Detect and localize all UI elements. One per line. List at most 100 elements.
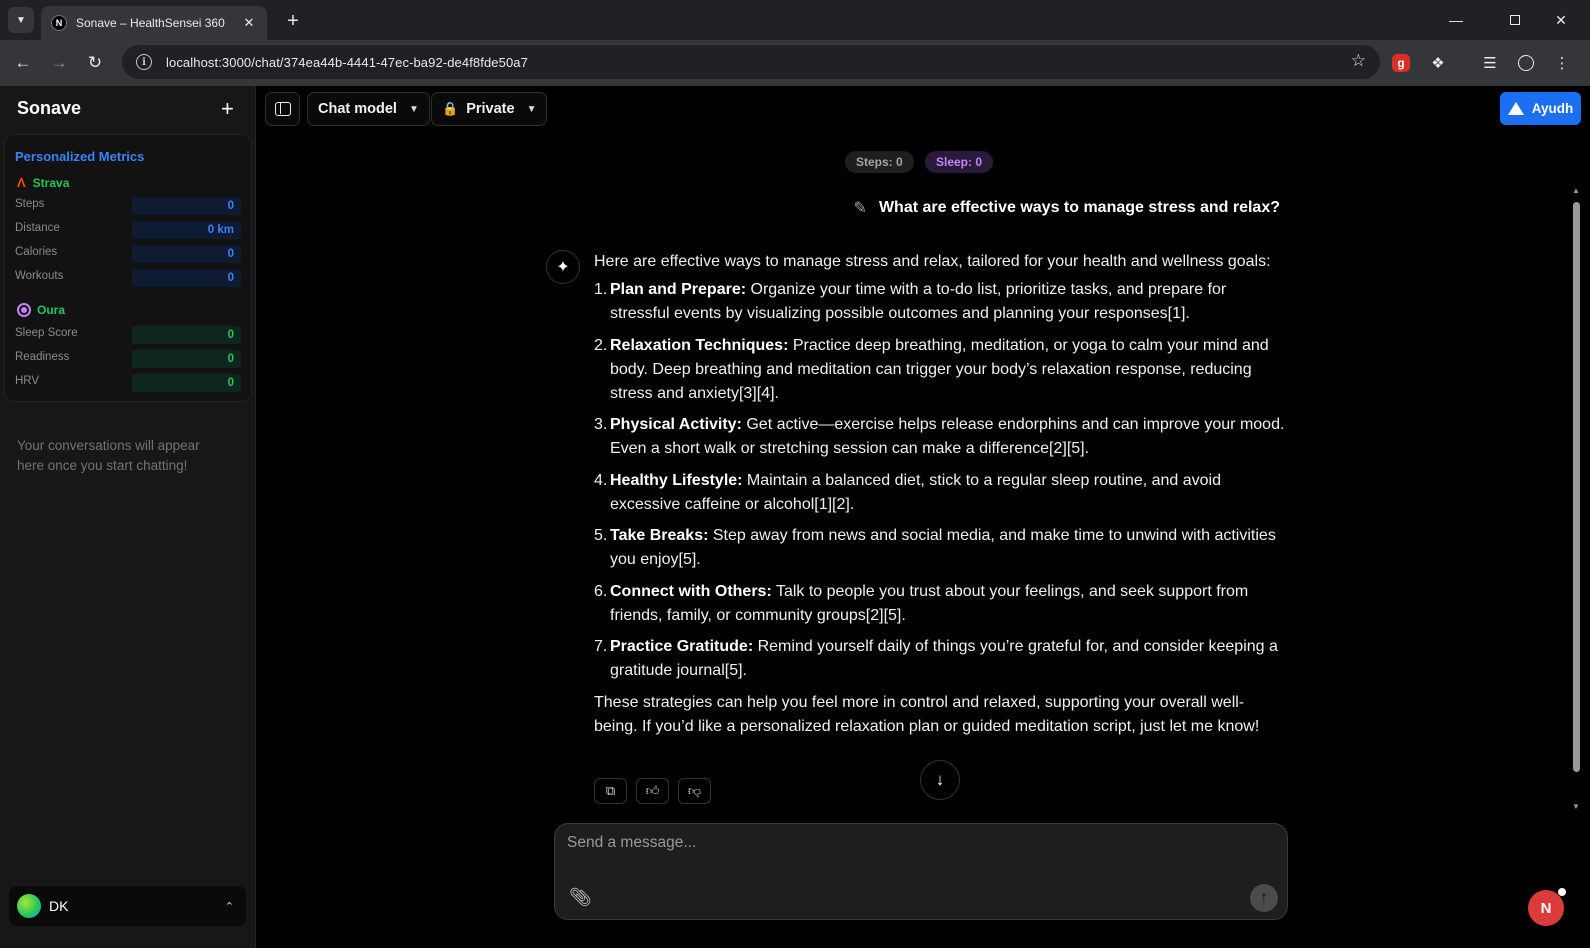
site-info-icon[interactable]: i: [136, 54, 152, 70]
close-tab-icon[interactable]: ✕: [241, 15, 257, 31]
plus-icon: +: [287, 9, 299, 32]
model-selector[interactable]: Chat model ▼: [307, 92, 430, 126]
scroll-to-bottom-button[interactable]: ↓: [920, 760, 960, 800]
message-input[interactable]: [567, 834, 1267, 864]
url-text: localhost:3000/chat/374ea44b-4441-47ec-b…: [166, 54, 528, 70]
chat-scrollbar[interactable]: ▲ ▼: [1571, 186, 1583, 816]
copy-icon: ⧉: [605, 783, 616, 798]
upvote-button[interactable]: 👍︎: [636, 778, 669, 804]
arrow-down-icon: ↓: [935, 770, 945, 789]
extensions-puzzle-icon[interactable]: ❖: [1425, 50, 1451, 76]
metric-label: HRV: [15, 375, 40, 387]
address-bar[interactable]: i localhost:3000/chat/374ea44b-4441-47ec…: [122, 45, 1380, 79]
tips-list: 1. Plan and Prepare: Organize your time w…: [594, 278, 1286, 683]
metric-label: Workouts: [15, 270, 64, 282]
strava-label: Strava: [32, 175, 70, 190]
metric-value: 0 km: [132, 221, 241, 239]
tab-search-button[interactable]: ▼: [8, 7, 34, 33]
favicon-icon: N: [51, 15, 67, 31]
user-menu-button[interactable]: DK ⌃: [9, 886, 246, 926]
visibility-label: Private: [466, 101, 515, 117]
metric-label: Sleep Score: [15, 327, 78, 339]
downvote-button[interactable]: 👎︎: [678, 778, 711, 804]
sidebar: Sonave + Personalized Metrics Λ Strava S…: [0, 86, 256, 948]
thumbs-up-icon: 👍︎: [645, 783, 660, 798]
sleep-badge: Sleep: 0: [925, 151, 994, 173]
tab-title: Sonave – HealthSensei 360: [76, 16, 225, 30]
forward-button[interactable]: →: [45, 49, 73, 77]
user-message: ✎ What are effective ways to manage stre…: [840, 198, 1280, 218]
avatar: [17, 894, 41, 918]
user-name: DK: [49, 898, 69, 914]
reload-icon: ↻: [87, 53, 103, 72]
deploy-button[interactable]: Ayudh: [1500, 92, 1581, 125]
send-button[interactable]: ↑: [1250, 884, 1278, 912]
metric-row-workouts: Workouts 0: [15, 269, 241, 287]
oura-label: Oura: [37, 303, 66, 317]
metric-row-sleep-score: Sleep Score 0: [15, 326, 241, 344]
brand-title[interactable]: Sonave: [17, 98, 81, 119]
visibility-selector[interactable]: 🔒 Private ▼: [431, 92, 548, 126]
nextjs-dev-badge[interactable]: N: [1528, 890, 1564, 926]
maximize-button[interactable]: [1500, 6, 1530, 34]
copy-button[interactable]: ⧉: [594, 778, 627, 804]
toggle-sidebar-button[interactable]: [265, 92, 300, 126]
triangle-logo-icon: [1507, 102, 1524, 115]
bookmark-star-icon[interactable]: ☆: [1351, 51, 1366, 71]
list-item: 3. Physical Activity: Get active—exercise…: [594, 416, 1285, 457]
notification-dot: [1558, 888, 1566, 896]
strava-header: Λ Strava: [17, 175, 69, 190]
browser-toolbar: ← → ↻ i localhost:3000/chat/374ea44b-444…: [0, 40, 1590, 86]
browser-tab-active[interactable]: N Sonave – HealthSensei 360 ✕: [41, 6, 267, 40]
back-button[interactable]: ←: [9, 49, 37, 77]
chevron-up-icon: ⌃: [224, 900, 234, 913]
reload-button[interactable]: ↻: [81, 49, 109, 77]
lock-icon: 🔒: [442, 101, 459, 116]
grammarly-extension-icon[interactable]: g: [1392, 54, 1410, 72]
scrollbar-thumb[interactable]: [1573, 202, 1580, 772]
metric-label: Calories: [15, 246, 58, 258]
metric-row-steps: Steps 0: [15, 197, 241, 215]
plus-icon: +: [221, 96, 234, 121]
list-item: 2. Relaxation Techniques: Practice deep b…: [594, 336, 1269, 402]
chevron-down-icon: ▼: [16, 14, 26, 26]
arrow-left-icon: ←: [14, 53, 32, 72]
metric-row-readiness: Readiness 0: [15, 350, 241, 368]
metric-value: 0: [132, 197, 241, 215]
new-tab-button[interactable]: +: [280, 8, 306, 34]
close-window-button[interactable]: ✕: [1546, 6, 1576, 34]
app-root: Sonave + Personalized Metrics Λ Strava S…: [0, 86, 1590, 948]
metric-value: 0: [132, 350, 241, 368]
empty-history-note: Your conversations will appear here once…: [17, 438, 200, 473]
arrow-right-icon: →: [50, 53, 68, 72]
browser-tab-bar: ▼ N Sonave – HealthSensei 360 ✕ + — ✕: [0, 0, 1590, 40]
scroll-down-arrow-icon[interactable]: ▼: [1572, 802, 1580, 811]
sparkle-icon: ✦: [546, 250, 580, 284]
close-icon: ✕: [1555, 11, 1567, 28]
list-item: 1. Plan and Prepare: Organize your time w…: [594, 281, 1227, 322]
metric-value: 0: [132, 374, 241, 392]
media-controls-icon[interactable]: ☰: [1477, 50, 1503, 76]
oura-ring-icon: [17, 303, 31, 317]
list-item: 6. Connect with Others: Talk to people yo…: [594, 582, 1249, 624]
deploy-label: Ayudh: [1531, 101, 1574, 116]
scroll-up-arrow-icon[interactable]: ▲: [1572, 186, 1580, 195]
more-menu-icon[interactable]: ⋮: [1549, 50, 1575, 76]
new-chat-button[interactable]: +: [221, 98, 234, 120]
oura-header: Oura: [17, 303, 65, 317]
minimize-button[interactable]: —: [1441, 6, 1471, 34]
steps-badge: Steps: 0: [845, 151, 914, 173]
metric-label: Distance: [15, 222, 60, 234]
strava-icon: Λ: [17, 175, 26, 190]
maximize-icon: [1510, 15, 1520, 25]
pencil-edit-icon[interactable]: ✎: [854, 198, 867, 218]
arrow-up-icon: ↑: [1260, 889, 1268, 906]
profile-icon[interactable]: [1513, 50, 1539, 76]
assistant-intro: Here are effective ways to manage stress…: [594, 253, 1271, 270]
chevron-down-icon: ▼: [408, 103, 419, 115]
model-label: Chat model: [318, 101, 397, 117]
list-item: 4. Healthy Lifestyle: Maintain a balanced…: [594, 471, 1221, 513]
metric-value: 0: [132, 245, 241, 263]
paperclip-icon[interactable]: 📎︎: [569, 887, 592, 908]
sidebar-toggle-icon: [274, 102, 291, 116]
